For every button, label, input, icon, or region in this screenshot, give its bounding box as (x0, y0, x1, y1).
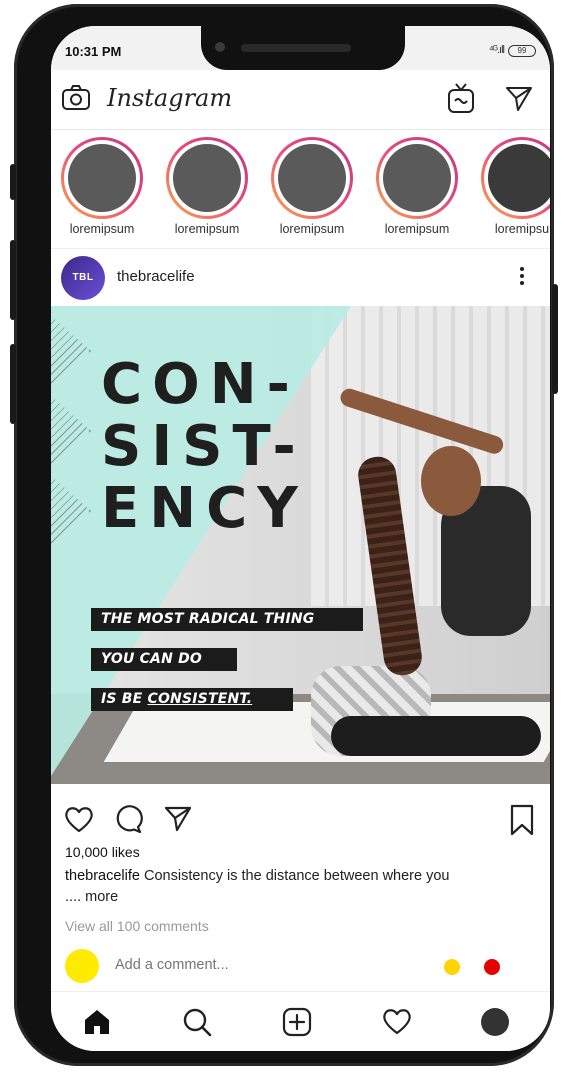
woman-head (421, 446, 481, 516)
search-icon[interactable] (181, 1006, 213, 1043)
bottom-navigation (51, 991, 550, 1051)
phone-frame: 10:31 PM ⁴ᴳ.ıll 99 Instagram loremipsum … (10, 4, 558, 1066)
bookmark-icon[interactable] (508, 804, 536, 841)
power-button (552, 284, 558, 394)
story-item[interactable]: loremipsu (481, 137, 550, 236)
story-avatar (488, 144, 550, 212)
home-icon[interactable] (81, 1006, 113, 1043)
likes-count[interactable]: 10,000 likes (65, 844, 140, 860)
quote-line: YOU CAN DO (91, 648, 237, 671)
woman-legs (331, 716, 541, 756)
post-image[interactable]: CON- SIST- ENCY THE MOST RADICAL THING Y… (51, 306, 550, 784)
activity-heart-icon[interactable] (381, 1006, 413, 1041)
story-item[interactable]: loremipsum (166, 137, 248, 236)
post-actions (51, 796, 550, 840)
headline-line: SIST- (101, 414, 306, 479)
battery-indicator: 99 (508, 45, 536, 57)
current-user-avatar (65, 949, 99, 983)
story-ring (61, 137, 143, 219)
add-comment-input[interactable] (115, 957, 415, 973)
story-item[interactable]: loremipsum (271, 137, 353, 236)
front-camera (215, 42, 225, 52)
story-label: loremipsum (69, 222, 135, 236)
story-item[interactable]: loremipsum (376, 137, 458, 236)
status-time: 10:31 PM (65, 44, 122, 59)
post-header: TBL thebracelife (51, 248, 550, 304)
story-item[interactable]: loremipsum (61, 137, 143, 236)
quote-line: THE MOST RADICAL THING (91, 608, 363, 631)
caption-more-link[interactable]: .... more (65, 889, 118, 905)
story-ring (481, 137, 550, 219)
story-ring (376, 137, 458, 219)
story-label: loremipsum (174, 222, 240, 236)
add-post-icon[interactable] (281, 1006, 313, 1043)
post-headline: CON- SIST- ENCY (101, 354, 308, 540)
side-button (10, 164, 16, 200)
post-caption: thebracelife Consistency is the distance… (65, 866, 545, 908)
camera-icon[interactable] (61, 84, 91, 117)
app-logo: Instagram (107, 84, 233, 112)
phone-screen: 10:31 PM ⁴ᴳ.ıll 99 Instagram loremipsum … (51, 26, 550, 1051)
volume-up-button (10, 240, 16, 320)
reaction-emoji-red[interactable] (484, 959, 500, 975)
headline-line: ENCY (101, 476, 308, 541)
app-header: Instagram (51, 70, 550, 130)
headline-line: CON- (101, 352, 300, 417)
story-avatar (173, 144, 241, 212)
story-label: loremipsu (494, 222, 550, 236)
heart-icon[interactable] (63, 804, 95, 839)
quote-emphasis: CONSISTENT. (147, 691, 253, 707)
story-avatar (383, 144, 451, 212)
post-author-avatar[interactable]: TBL (61, 256, 105, 300)
reaction-emoji-yellow[interactable] (444, 959, 460, 975)
notch (201, 26, 405, 70)
caption-text: Consistency is the distance between wher… (139, 868, 450, 884)
story-ring (271, 137, 353, 219)
comment-icon[interactable] (113, 804, 143, 839)
caption-username[interactable]: thebracelife (65, 868, 140, 884)
stories-tray: loremipsum loremipsum loremipsum loremip… (51, 131, 550, 243)
share-icon[interactable] (163, 804, 193, 837)
igtv-icon[interactable] (446, 82, 476, 119)
signal-indicator: ⁴ᴳ.ıll (488, 44, 505, 56)
story-avatar (278, 144, 346, 212)
send-icon[interactable] (504, 84, 534, 117)
post-author-username[interactable]: thebracelife (117, 268, 195, 285)
story-label: loremipsum (279, 222, 345, 236)
earpiece-speaker (241, 44, 351, 52)
story-avatar (68, 144, 136, 212)
profile-icon[interactable] (479, 1006, 511, 1043)
story-ring (166, 137, 248, 219)
add-comment-row (51, 943, 550, 989)
story-label: loremipsum (384, 222, 450, 236)
view-comments-link[interactable]: View all 100 comments (65, 918, 209, 934)
quote-line: IS BE CONSISTENT. (91, 688, 293, 711)
more-options-icon[interactable] (520, 267, 526, 288)
volume-down-button (10, 344, 16, 424)
